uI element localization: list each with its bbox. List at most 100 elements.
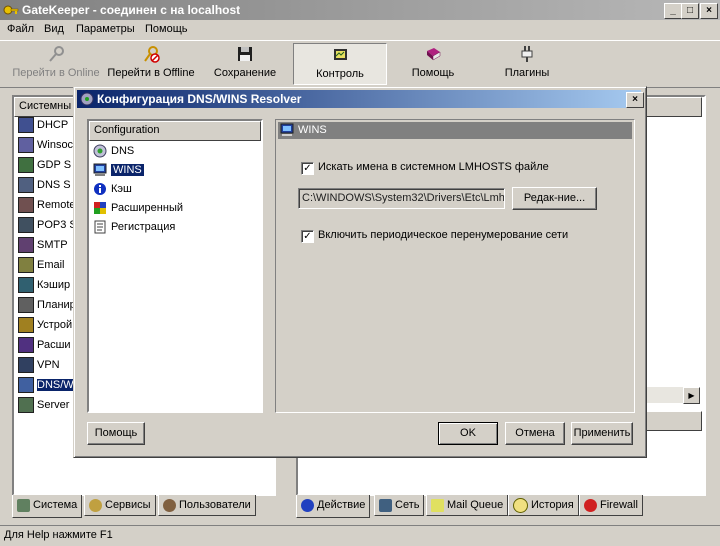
tree-item-registration[interactable]: Регистрация xyxy=(93,218,175,237)
sidebar-item-label: SMTP xyxy=(37,238,68,251)
monitor-button[interactable]: Контроль xyxy=(293,43,387,85)
tree-item-dns[interactable]: DNS xyxy=(93,142,134,161)
minimize-button[interactable]: _ xyxy=(664,3,682,19)
sidebar-item[interactable]: DNS/W xyxy=(18,377,74,397)
key-no-icon xyxy=(142,45,160,63)
scroll-right-button[interactable]: ▶ xyxy=(683,387,700,404)
users-icon xyxy=(163,498,176,512)
sidebar-item[interactable]: Winsoc xyxy=(18,137,73,157)
sidebar-item[interactable]: Remote xyxy=(18,197,76,217)
edit-lmhosts-button[interactable]: Редак-ние... xyxy=(512,187,597,210)
tab-system-label: Система xyxy=(33,499,78,511)
sidebar-item-label: Email xyxy=(37,258,65,271)
tab-mail-queue[interactable]: Mail Queue xyxy=(426,495,509,516)
sidebar-item[interactable]: Планир xyxy=(18,297,76,317)
plug-icon xyxy=(518,45,536,63)
sidebar-item[interactable]: Кэшир xyxy=(18,277,70,297)
document-icon xyxy=(93,220,107,234)
cancel-button[interactable]: Отмена xyxy=(505,422,565,445)
service-icon xyxy=(18,297,34,313)
menu-view[interactable]: Вид xyxy=(44,23,64,35)
sidebar-item-label: Remote xyxy=(37,198,76,211)
wins-panel-title: WINS xyxy=(298,124,327,136)
tab-network[interactable]: Сеть xyxy=(374,495,425,516)
service-icon xyxy=(18,197,34,213)
lmhosts-path-field[interactable]: C:\WINDOWS\System32\Drivers\Etc\Lmhosts xyxy=(298,188,505,209)
sidebar-item[interactable]: VPN xyxy=(18,357,60,377)
service-icon xyxy=(18,317,34,333)
sidebar-item[interactable]: DHCP xyxy=(18,117,68,137)
menu-file[interactable]: Файл xyxy=(7,23,34,35)
sidebar-item[interactable]: DNS S xyxy=(18,177,71,197)
tab-mail-queue-label: Mail Queue xyxy=(447,499,504,511)
tab-history[interactable]: История xyxy=(508,495,579,516)
service-icon xyxy=(18,237,34,253)
network-icon xyxy=(379,498,392,512)
firewall-icon xyxy=(584,498,597,512)
toolbar: Перейти в Online Перейти в Offline Сохра… xyxy=(0,40,720,88)
dns-wins-dialog: Конфигурация DNS/WINS Resolver × Configu… xyxy=(73,86,647,458)
save-button[interactable]: Сохранение xyxy=(206,43,284,83)
key-icon xyxy=(47,45,65,63)
tab-firewall[interactable]: Firewall xyxy=(579,495,643,516)
action-icon xyxy=(301,498,314,512)
sidebar-item[interactable]: POP3 S xyxy=(18,217,77,237)
tab-network-label: Сеть xyxy=(395,499,420,511)
enum-network-checkbox[interactable]: ✓ xyxy=(301,230,314,243)
config-tree-header-label: Configuration xyxy=(94,124,160,136)
close-button[interactable]: × xyxy=(700,3,718,19)
lmhosts-path-text: C:\WINDOWS\System32\Drivers\Etc\Lmhosts xyxy=(302,192,505,204)
menu-help[interactable]: Помощь xyxy=(145,23,188,35)
dialog-close-button[interactable]: × xyxy=(626,92,644,108)
tree-item-advanced[interactable]: Расширенный xyxy=(93,199,183,218)
service-icon xyxy=(18,117,34,133)
sidebar-item[interactable]: SMTP xyxy=(18,237,68,257)
plugins-button[interactable]: Плагины xyxy=(488,43,566,83)
sidebar-header-label: Системны xyxy=(19,100,72,112)
help-book-icon xyxy=(424,45,442,63)
tree-item-advanced-label: Расширенный xyxy=(111,202,183,214)
dialog-title: Конфигурация DNS/WINS Resolver xyxy=(97,92,302,106)
menu-settings[interactable]: Параметры xyxy=(76,23,135,35)
sidebar-item[interactable]: Email xyxy=(18,257,65,277)
service-icon xyxy=(18,377,34,393)
sidebar-item[interactable]: GDP S xyxy=(18,157,71,177)
tab-history-label: История xyxy=(531,499,574,511)
go-online-button[interactable]: Перейти в Online xyxy=(8,43,104,83)
tab-action[interactable]: Действие xyxy=(296,495,371,518)
help-button[interactable]: Помощь xyxy=(393,43,473,83)
sidebar-item[interactable]: Устрой xyxy=(18,317,72,337)
status-bar: Для Help нажмите F1 xyxy=(0,525,720,546)
wins-panel-header: WINS xyxy=(278,122,632,139)
tree-item-wins[interactable]: WINS xyxy=(93,161,144,180)
lmhosts-checkbox[interactable]: ✓ xyxy=(301,162,314,175)
config-tree: Configuration DNS WINS Кэш Расширенный Р… xyxy=(87,119,263,413)
tree-item-dns-label: DNS xyxy=(111,145,135,157)
wins-panel-icon xyxy=(280,123,294,137)
puzzle-icon xyxy=(93,201,107,215)
save-label: Сохранение xyxy=(213,67,277,79)
go-online-label: Перейти в Online xyxy=(12,67,100,79)
service-icon xyxy=(18,357,34,373)
sidebar-item-label: Winsoc xyxy=(37,138,74,151)
sidebar-item-label: Планир xyxy=(37,298,76,311)
sidebar-item-label: POP3 S xyxy=(37,218,77,231)
menu-bar: Файл Вид Параметры Помощь xyxy=(0,20,720,39)
sidebar-item[interactable]: Server xyxy=(18,397,69,417)
monitor-label: Контроль xyxy=(316,68,364,80)
sidebar-tabs: Система Сервисы Пользователи xyxy=(12,495,272,518)
tree-item-cache-label: Кэш xyxy=(111,183,132,195)
go-offline-button[interactable]: Перейти в Offline xyxy=(104,43,198,83)
help-label: Помощь xyxy=(411,67,455,79)
tab-services[interactable]: Сервисы xyxy=(84,495,156,516)
help-dialog-button[interactable]: Помощь xyxy=(87,422,145,445)
tab-users[interactable]: Пользователи xyxy=(158,495,256,516)
sidebar-item[interactable]: Расши xyxy=(18,337,71,357)
wins-panel: WINS ✓ Искать имена в системном LMHOSTS … xyxy=(275,119,635,413)
ok-button[interactable]: OK xyxy=(438,422,498,445)
apply-button[interactable]: Применить xyxy=(571,422,633,445)
tab-system[interactable]: Система xyxy=(12,495,83,518)
tab-action-label: Действие xyxy=(317,499,366,511)
maximize-button[interactable]: □ xyxy=(681,3,699,19)
tree-item-cache[interactable]: Кэш xyxy=(93,180,132,199)
